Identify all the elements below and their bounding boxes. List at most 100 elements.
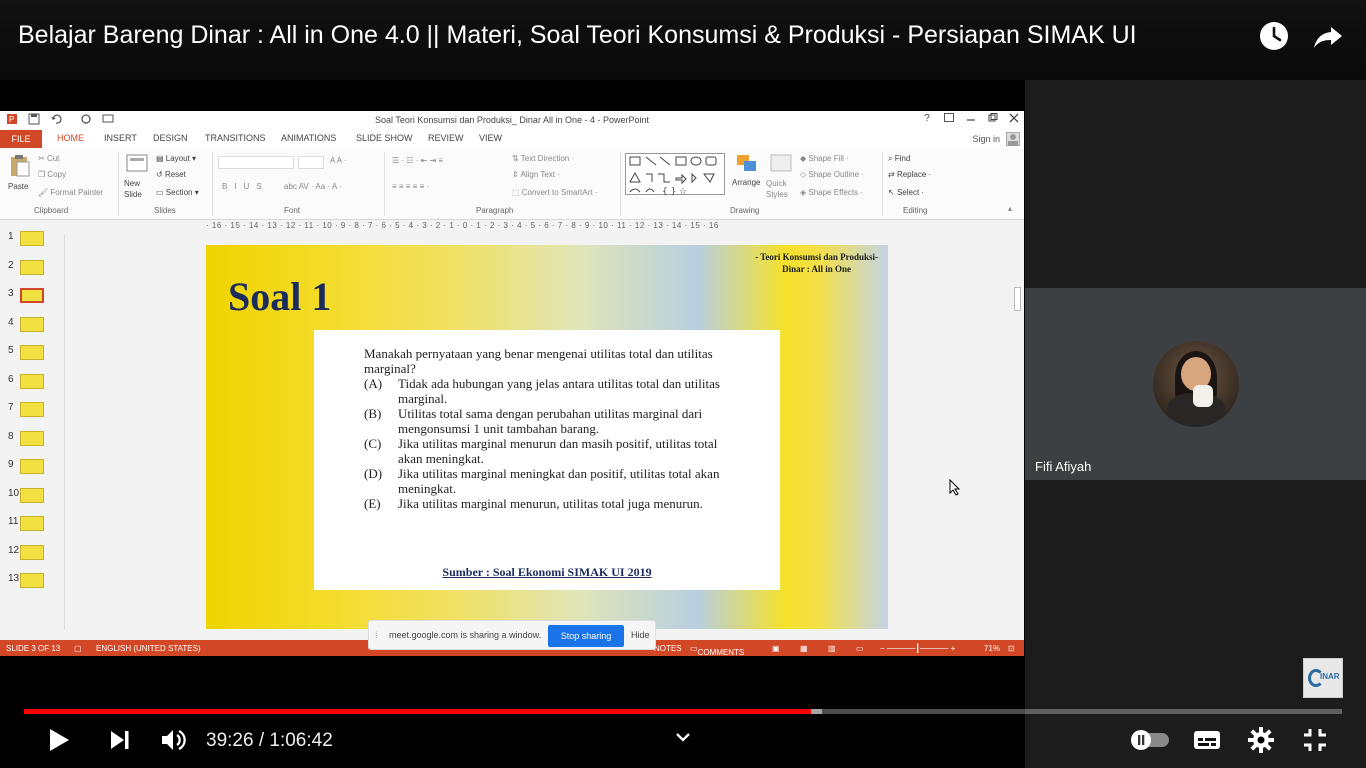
scrollbar-thumb[interactable] [1014, 287, 1021, 311]
shape-outline-button[interactable]: ◇ Shape Outline · [800, 170, 864, 179]
play-icon[interactable] [42, 724, 74, 756]
gear-icon[interactable] [1245, 724, 1277, 756]
fit-slide-icon[interactable]: ⊡ [1008, 644, 1015, 653]
slide-thumbnail[interactable]: 11 [8, 514, 52, 534]
tab-file[interactable]: FILE [0, 130, 42, 148]
ribbon-separator [118, 152, 119, 216]
find-button[interactable]: ⌕ Find [888, 154, 910, 164]
align-text-button[interactable]: ⇕ Align Text · [512, 170, 560, 179]
tab-animations[interactable]: ANIMATIONS [281, 133, 336, 143]
video-title[interactable]: Belajar Bareng Dinar : All in One 4.0 ||… [18, 21, 1137, 50]
font-size-input[interactable] [298, 156, 324, 169]
new-slide-button[interactable]: New Slide [124, 178, 152, 200]
minimize-icon[interactable] [964, 113, 978, 125]
slide-thumbnail[interactable]: 10 [8, 486, 52, 506]
notes-button[interactable]: NOTES [654, 644, 682, 653]
slide-thumbnail[interactable]: 13 [8, 571, 52, 591]
font-name-input[interactable] [218, 156, 294, 169]
option-text: Jika utilitas marginal menurun dan masih… [398, 436, 718, 466]
tab-review[interactable]: REVIEW [428, 133, 464, 143]
shape-effects-button[interactable]: ◈ Shape Effects · [800, 188, 863, 197]
slide-thumbnail[interactable]: 7 [8, 400, 52, 420]
char-spacing-icon[interactable]: abc AV · Aa · A · [284, 182, 342, 191]
video-player[interactable]: P Soal Teori Konsumsi dan Produksi_ Dina… [0, 0, 1366, 768]
channel-logo[interactable]: INAR [1303, 658, 1343, 698]
slide-thumbnail[interactable]: 12 [8, 543, 52, 563]
share-arrow-icon[interactable] [1312, 20, 1344, 52]
next-icon[interactable] [103, 724, 135, 756]
chevron-down-icon[interactable] [673, 727, 693, 747]
slide-thumbnail[interactable]: 4 [8, 315, 52, 335]
tab-home[interactable]: HOME [57, 133, 84, 143]
collapse-ribbon-icon[interactable]: ▴ [1008, 204, 1012, 213]
restore-icon[interactable] [986, 113, 1000, 125]
slide-scrollbar[interactable] [1012, 231, 1023, 631]
exit-fullscreen-icon[interactable] [1299, 724, 1331, 756]
hide-button[interactable]: Hide [631, 630, 650, 640]
drag-handle-icon[interactable]: ⁞ [375, 630, 378, 640]
paste-button[interactable]: Paste [8, 182, 28, 191]
close-icon[interactable] [1007, 113, 1021, 126]
volume-icon[interactable] [157, 724, 189, 756]
copy-button[interactable]: ❐ Copy [38, 170, 66, 179]
layout-button[interactable]: ▤ Layout ▾ [156, 154, 196, 163]
slideshow-icon[interactable]: ▭ [856, 644, 864, 653]
cut-button[interactable]: ✂ Cut [38, 154, 59, 163]
text-direction-button[interactable]: ⇅ Text Direction · [512, 154, 574, 163]
slide-thumbnail[interactable]: 8 [8, 429, 52, 449]
normal-view-icon[interactable]: ▣ [772, 644, 780, 653]
reading-view-icon[interactable]: ▥ [828, 644, 836, 653]
slide-thumbnail-preview [20, 573, 44, 588]
tab-slide-show[interactable]: SLIDE SHOW [356, 133, 413, 143]
tab-transitions[interactable]: TRANSITIONS [205, 133, 266, 143]
zoom-slider[interactable]: − ─────┃───── + [880, 644, 955, 653]
slide-thumbnail[interactable]: 3 [8, 286, 52, 306]
bullets-icon[interactable]: ☰ · ☷ · ⇤ ⇥ ≡ [392, 156, 443, 165]
format-painter-label: Format Painter [50, 188, 104, 197]
quick-styles-icon[interactable] [770, 154, 792, 179]
arrange-icon[interactable] [736, 154, 758, 179]
slide-header: - Teori Konsumsi dan Produksi- Dinar : A… [755, 251, 878, 275]
tab-insert[interactable]: INSERT [104, 133, 137, 143]
slide-canvas[interactable]: - Teori Konsumsi dan Produksi- Dinar : A… [206, 245, 888, 629]
font-format-buttons[interactable]: BIUS [222, 182, 269, 191]
arrange-button[interactable]: Arrange [732, 178, 760, 187]
slide-thumbnail[interactable]: 9 [8, 457, 52, 477]
captions-icon[interactable] [1191, 724, 1223, 756]
new-slide-icon[interactable] [126, 154, 148, 179]
grow-font-icon[interactable]: A A · [330, 156, 346, 165]
progress-bar[interactable] [24, 709, 1342, 714]
tab-view[interactable]: VIEW [479, 133, 502, 143]
language-label: ENGLISH (UNITED STATES) [96, 644, 201, 653]
slide-thumbnail[interactable]: 1 [8, 229, 52, 249]
select-button[interactable]: ↖ Select · [888, 188, 924, 197]
zoom-level[interactable]: 71% [984, 644, 1000, 653]
tab-design[interactable]: DESIGN [153, 133, 188, 143]
help-icon[interactable]: ? [920, 113, 934, 124]
comments-button[interactable]: ▭ COMMENTS [690, 644, 744, 656]
align-icons[interactable]: ≡ ≡ ≡ ≡ ≡ · [392, 182, 429, 191]
format-painter-button[interactable]: 🖌 Format Painter [38, 188, 103, 197]
clock-icon[interactable] [1258, 20, 1290, 52]
paste-icon[interactable] [9, 154, 31, 183]
sign-in-link[interactable]: Sign in [972, 134, 1000, 144]
time-separator: / [253, 730, 270, 751]
autoplay-toggle-icon[interactable] [1129, 724, 1171, 756]
ribbon-display-icon[interactable] [942, 113, 956, 125]
section-button[interactable]: ▭ Section ▾ [156, 188, 199, 197]
slide-thumbnail[interactable]: 6 [8, 372, 52, 392]
stop-sharing-button[interactable]: Stop sharing [548, 625, 624, 647]
slide-thumbnail[interactable]: 5 [8, 343, 52, 363]
option-d: (D) Jika utilitas marginal meningkat dan … [364, 466, 744, 496]
replace-button[interactable]: ⇄ Replace · [888, 170, 931, 179]
slide-thumbnail[interactable]: 2 [8, 258, 52, 278]
quick-styles-button[interactable]: Quick Styles [766, 178, 796, 200]
convert-smartart-button[interactable]: ⬚ Convert to SmartArt · [512, 188, 597, 197]
convert-smartart-label: Convert to SmartArt [521, 188, 593, 197]
slide-sorter-icon[interactable]: ▦ [800, 644, 808, 653]
reset-button[interactable]: ↺ Reset [156, 170, 186, 179]
shape-fill-button[interactable]: ◆ Shape Fill · [800, 154, 849, 163]
slide-thumbnail-number: 6 [8, 373, 14, 385]
shapes-gallery[interactable]: { } ☆ [625, 153, 725, 197]
slide-thumbnail-number: 5 [8, 345, 14, 356]
